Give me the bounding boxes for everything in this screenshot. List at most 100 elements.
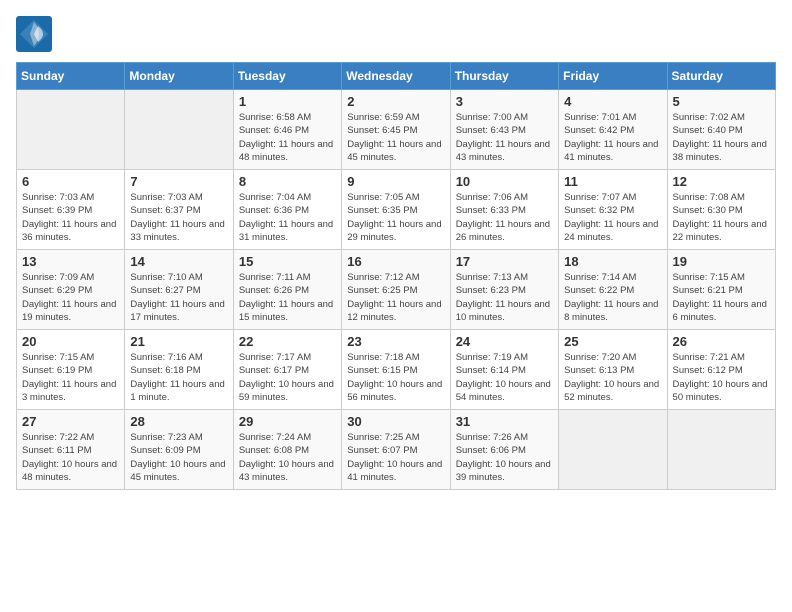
calendar-cell: 17 Sunrise: 7:13 AMSunset: 6:23 PMDayligh…: [450, 250, 558, 330]
day-number: 7: [130, 174, 227, 189]
cell-info: Sunrise: 6:59 AMSunset: 6:45 PMDaylight:…: [347, 111, 444, 164]
calendar-cell: 1 Sunrise: 6:58 AMSunset: 6:46 PMDaylight…: [233, 90, 341, 170]
cell-info: Sunrise: 6:58 AMSunset: 6:46 PMDaylight:…: [239, 111, 336, 164]
cell-info: Sunrise: 7:00 AMSunset: 6:43 PMDaylight:…: [456, 111, 553, 164]
calendar-table: SundayMondayTuesdayWednesdayThursdayFrid…: [16, 62, 776, 490]
cell-info: Sunrise: 7:17 AMSunset: 6:17 PMDaylight:…: [239, 351, 336, 404]
cell-info: Sunrise: 7:04 AMSunset: 6:36 PMDaylight:…: [239, 191, 336, 244]
cell-info: Sunrise: 7:07 AMSunset: 6:32 PMDaylight:…: [564, 191, 661, 244]
day-number: 24: [456, 334, 553, 349]
day-number: 29: [239, 414, 336, 429]
day-number: 8: [239, 174, 336, 189]
cell-info: Sunrise: 7:26 AMSunset: 6:06 PMDaylight:…: [456, 431, 553, 484]
day-number: 30: [347, 414, 444, 429]
day-number: 6: [22, 174, 119, 189]
logo-icon: [16, 16, 52, 52]
cell-info: Sunrise: 7:10 AMSunset: 6:27 PMDaylight:…: [130, 271, 227, 324]
cell-info: Sunrise: 7:01 AMSunset: 6:42 PMDaylight:…: [564, 111, 661, 164]
day-number: 31: [456, 414, 553, 429]
calendar-cell: 15 Sunrise: 7:11 AMSunset: 6:26 PMDayligh…: [233, 250, 341, 330]
calendar-cell: 27Sunrise: 7:22 AMSunset: 6:11 PMDayligh…: [17, 410, 125, 490]
calendar-cell: 19 Sunrise: 7:15 AMSunset: 6:21 PMDayligh…: [667, 250, 775, 330]
calendar-cell: 4 Sunrise: 7:01 AMSunset: 6:42 PMDaylight…: [559, 90, 667, 170]
col-header-tuesday: Tuesday: [233, 63, 341, 90]
day-number: 15: [239, 254, 336, 269]
calendar-cell: 6 Sunrise: 7:03 AMSunset: 6:39 PMDaylight…: [17, 170, 125, 250]
calendar-cell: [125, 90, 233, 170]
page-header: [16, 16, 776, 52]
day-number: 25: [564, 334, 661, 349]
cell-info: Sunrise: 7:23 AMSunset: 6:09 PMDaylight:…: [130, 431, 227, 484]
calendar-cell: 13 Sunrise: 7:09 AMSunset: 6:29 PMDayligh…: [17, 250, 125, 330]
calendar-cell: 24 Sunrise: 7:19 AMSunset: 6:14 PMDayligh…: [450, 330, 558, 410]
day-number: 13: [22, 254, 119, 269]
day-number: 22: [239, 334, 336, 349]
calendar-cell: 14 Sunrise: 7:10 AMSunset: 6:27 PMDayligh…: [125, 250, 233, 330]
col-header-monday: Monday: [125, 63, 233, 90]
calendar-cell: 9 Sunrise: 7:05 AMSunset: 6:35 PMDaylight…: [342, 170, 450, 250]
cell-info: Sunrise: 7:18 AMSunset: 6:15 PMDaylight:…: [347, 351, 444, 404]
cell-info: Sunrise: 7:21 AMSunset: 6:12 PMDaylight:…: [673, 351, 770, 404]
day-number: 28: [130, 414, 227, 429]
cell-info: Sunrise: 7:14 AMSunset: 6:22 PMDaylight:…: [564, 271, 661, 324]
day-number: 14: [130, 254, 227, 269]
logo: [16, 16, 56, 52]
cell-info: Sunrise: 7:11 AMSunset: 6:26 PMDaylight:…: [239, 271, 336, 324]
calendar-cell: 30 Sunrise: 7:25 AMSunset: 6:07 PMDayligh…: [342, 410, 450, 490]
cell-info: Sunrise: 7:24 AMSunset: 6:08 PMDaylight:…: [239, 431, 336, 484]
calendar-cell: [667, 410, 775, 490]
day-number: 26: [673, 334, 770, 349]
calendar-cell: 31 Sunrise: 7:26 AMSunset: 6:06 PMDayligh…: [450, 410, 558, 490]
cell-info: Sunrise: 7:16 AMSunset: 6:18 PMDaylight:…: [130, 351, 227, 404]
calendar-cell: 16 Sunrise: 7:12 AMSunset: 6:25 PMDayligh…: [342, 250, 450, 330]
day-number: 18: [564, 254, 661, 269]
day-number: 17: [456, 254, 553, 269]
col-header-saturday: Saturday: [667, 63, 775, 90]
cell-info: Sunrise: 7:13 AMSunset: 6:23 PMDaylight:…: [456, 271, 553, 324]
cell-info: Sunrise: 7:08 AMSunset: 6:30 PMDaylight:…: [673, 191, 770, 244]
cell-info: Sunrise: 7:15 AMSunset: 6:21 PMDaylight:…: [673, 271, 770, 324]
col-header-wednesday: Wednesday: [342, 63, 450, 90]
calendar-cell: 28 Sunrise: 7:23 AMSunset: 6:09 PMDayligh…: [125, 410, 233, 490]
col-header-thursday: Thursday: [450, 63, 558, 90]
day-number: 21: [130, 334, 227, 349]
cell-info: Sunrise: 7:02 AMSunset: 6:40 PMDaylight:…: [673, 111, 770, 164]
cell-info: Sunrise: 7:03 AMSunset: 6:39 PMDaylight:…: [22, 191, 119, 244]
day-number: 23: [347, 334, 444, 349]
calendar-cell: 7Sunrise: 7:03 AMSunset: 6:37 PMDaylight…: [125, 170, 233, 250]
calendar-cell: 3 Sunrise: 7:00 AMSunset: 6:43 PMDaylight…: [450, 90, 558, 170]
day-number: 27: [22, 414, 119, 429]
day-number: 3: [456, 94, 553, 109]
cell-info: Sunrise: 7:05 AMSunset: 6:35 PMDaylight:…: [347, 191, 444, 244]
calendar-cell: [559, 410, 667, 490]
calendar-cell: 18 Sunrise: 7:14 AMSunset: 6:22 PMDayligh…: [559, 250, 667, 330]
col-header-friday: Friday: [559, 63, 667, 90]
calendar-cell: 29 Sunrise: 7:24 AMSunset: 6:08 PMDayligh…: [233, 410, 341, 490]
day-number: 12: [673, 174, 770, 189]
calendar-cell: 21 Sunrise: 7:16 AMSunset: 6:18 PMDayligh…: [125, 330, 233, 410]
calendar-cell: 20Sunrise: 7:15 AMSunset: 6:19 PMDayligh…: [17, 330, 125, 410]
day-number: 2: [347, 94, 444, 109]
day-number: 1: [239, 94, 336, 109]
cell-info: Sunrise: 7:12 AMSunset: 6:25 PMDaylight:…: [347, 271, 444, 324]
day-number: 16: [347, 254, 444, 269]
day-number: 20: [22, 334, 119, 349]
day-number: 11: [564, 174, 661, 189]
day-number: 19: [673, 254, 770, 269]
calendar-cell: 12 Sunrise: 7:08 AMSunset: 6:30 PMDayligh…: [667, 170, 775, 250]
calendar-cell: 10Sunrise: 7:06 AMSunset: 6:33 PMDayligh…: [450, 170, 558, 250]
calendar-cell: [17, 90, 125, 170]
cell-info: Sunrise: 7:09 AMSunset: 6:29 PMDaylight:…: [22, 271, 119, 324]
day-number: 9: [347, 174, 444, 189]
cell-info: Sunrise: 7:06 AMSunset: 6:33 PMDaylight:…: [456, 191, 553, 244]
cell-info: Sunrise: 7:25 AMSunset: 6:07 PMDaylight:…: [347, 431, 444, 484]
calendar-cell: 11 Sunrise: 7:07 AMSunset: 6:32 PMDayligh…: [559, 170, 667, 250]
calendar-cell: 23 Sunrise: 7:18 AMSunset: 6:15 PMDayligh…: [342, 330, 450, 410]
calendar-cell: 26 Sunrise: 7:21 AMSunset: 6:12 PMDayligh…: [667, 330, 775, 410]
col-header-sunday: Sunday: [17, 63, 125, 90]
calendar-cell: 8 Sunrise: 7:04 AMSunset: 6:36 PMDaylight…: [233, 170, 341, 250]
day-number: 4: [564, 94, 661, 109]
calendar-cell: 25Sunrise: 7:20 AMSunset: 6:13 PMDayligh…: [559, 330, 667, 410]
calendar-cell: 2 Sunrise: 6:59 AMSunset: 6:45 PMDaylight…: [342, 90, 450, 170]
cell-info: Sunrise: 7:19 AMSunset: 6:14 PMDaylight:…: [456, 351, 553, 404]
